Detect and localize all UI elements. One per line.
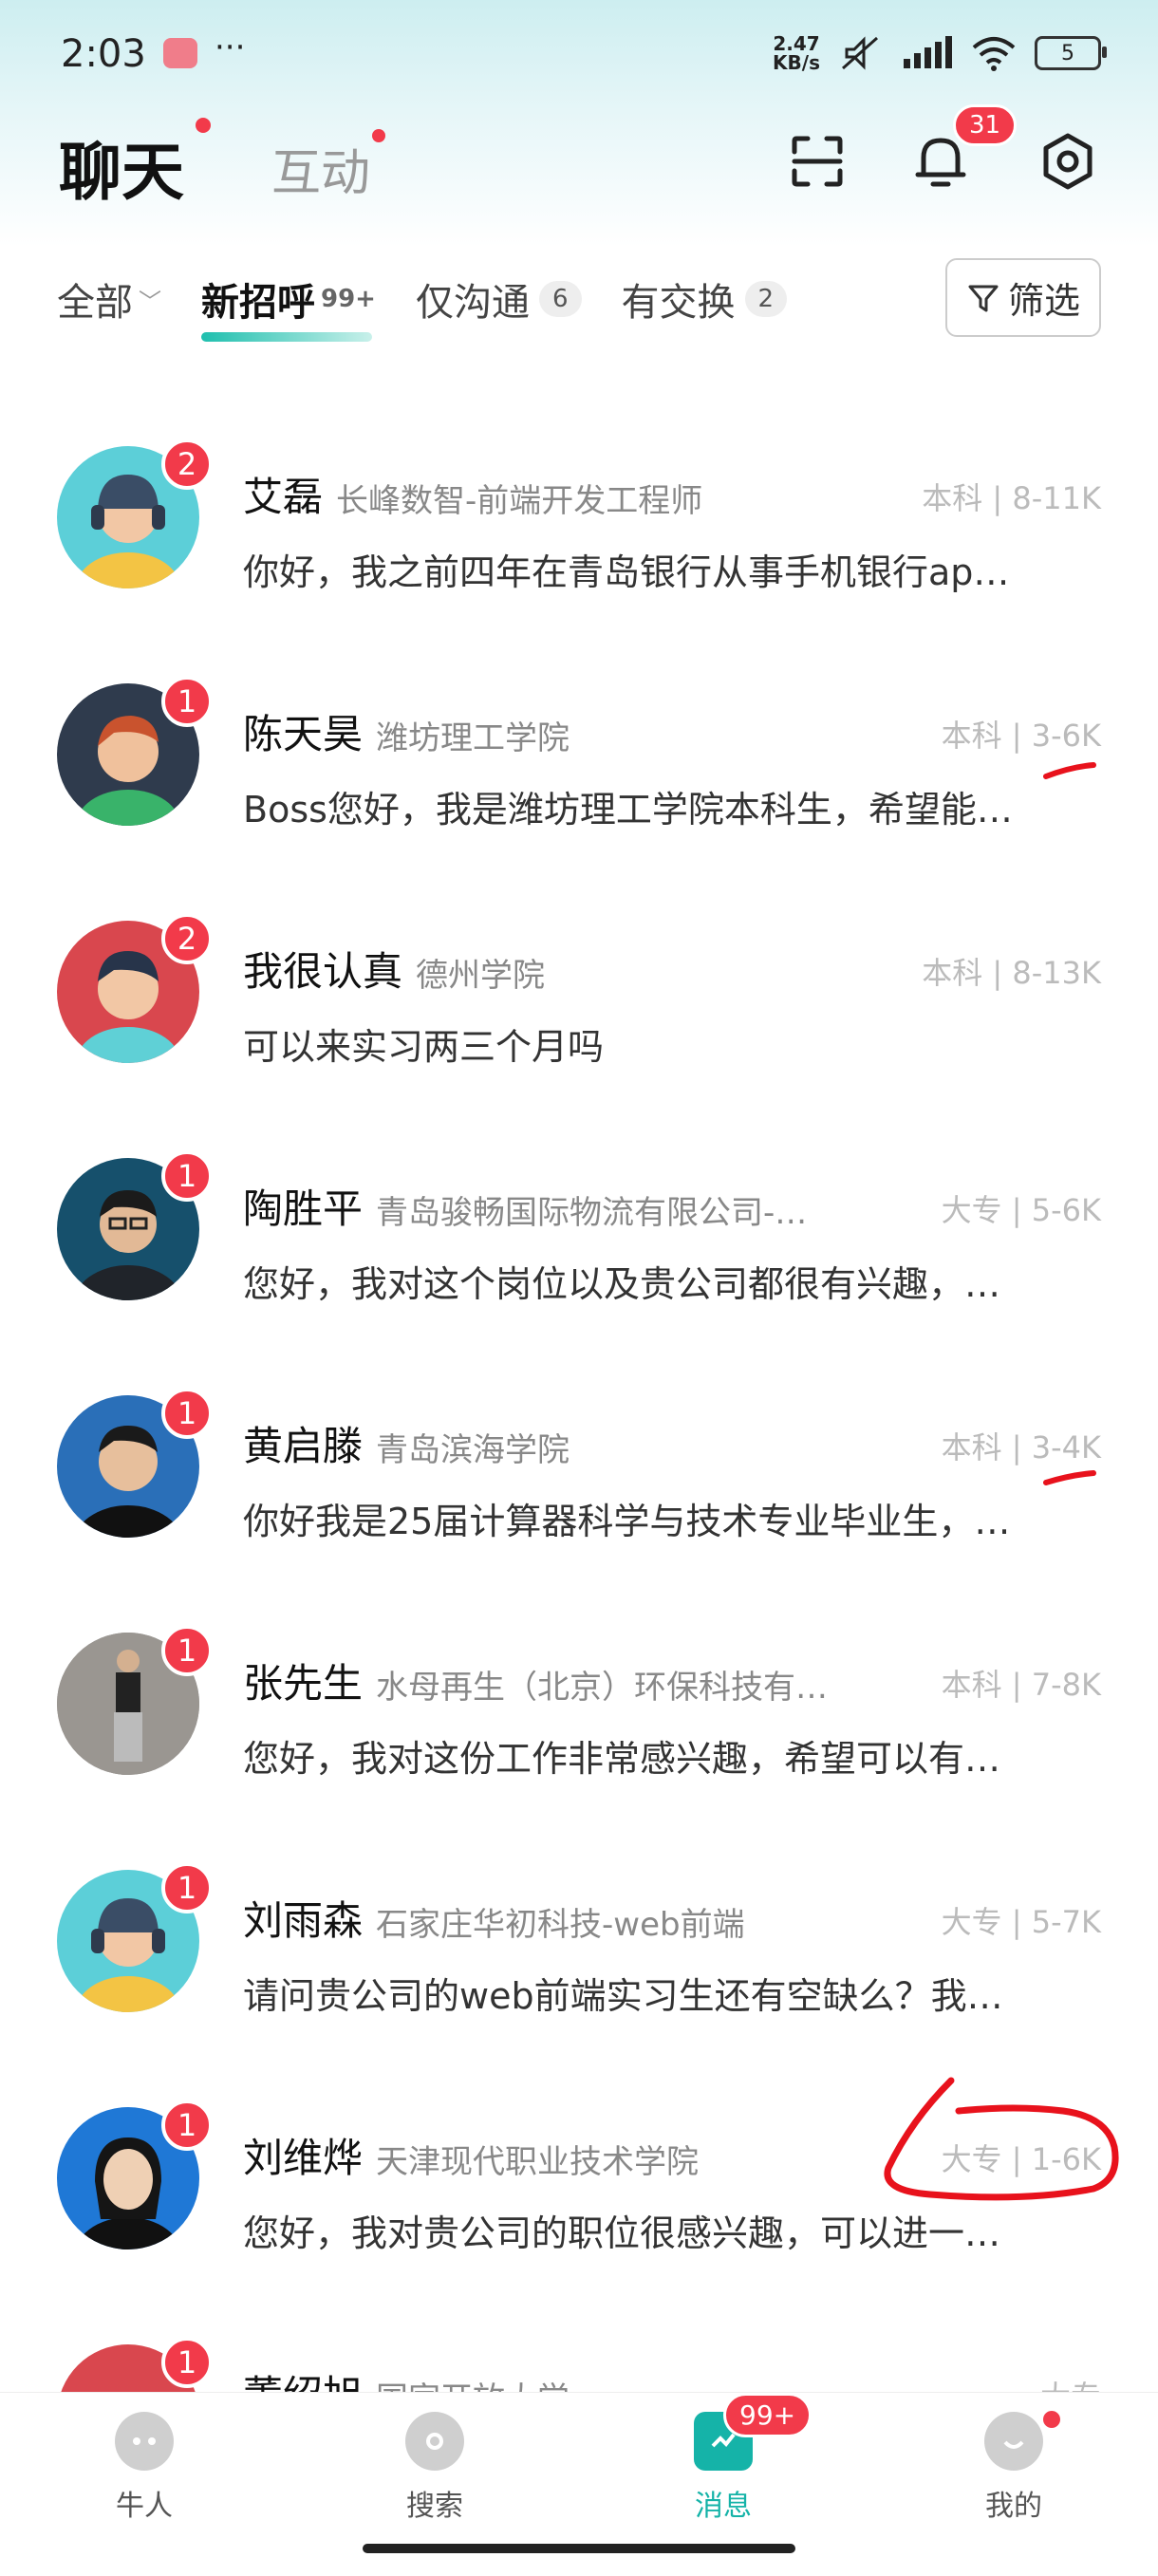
chat-org: 水母再生（北京）环保科技有… — [376, 1669, 828, 1707]
unread-badge: 1 — [161, 1388, 213, 1439]
chat-org: 青岛骏畅国际物流有限公司-… — [376, 1194, 808, 1232]
battery-icon: 5 — [1035, 36, 1107, 70]
chat-message: 请问贵公司的web前端实习生还有空缺么？我… — [243, 1975, 1003, 2017]
search-icon — [405, 2412, 464, 2471]
unread-badge: 1 — [161, 676, 213, 727]
unread-badge: 1 — [161, 1862, 213, 1913]
new-greet-count: 99+ — [321, 285, 376, 313]
chat-row[interactable]: 1 陶胜平 青岛骏畅国际物流有限公司-… 大专 | 5-6K 您好，我对这个岗位… — [0, 1111, 1158, 1348]
title-unread-dot — [196, 118, 211, 133]
filter-button[interactable]: 筛选 — [944, 258, 1101, 337]
interact-unread-dot — [372, 129, 385, 142]
chat-tag: 本科 | 7-8K — [941, 1667, 1101, 1703]
chat-tag: 本科 | 8-11K — [922, 480, 1101, 516]
mine-unread-dot — [1040, 2408, 1063, 2431]
chat-name: 陈天昊 — [243, 711, 364, 757]
chat-row[interactable]: 1 刘雨森 石家庄华初科技-web前端 大专 | 5-7K 请问贵公司的web前… — [0, 1822, 1158, 2060]
chat-tag: 本科 | 3-4K — [941, 1429, 1101, 1465]
chat-row[interactable]: 1 黄启滕 青岛滨海学院 本科 | 3-4K 你好我是25届计算器科学与技术专业… — [0, 1348, 1158, 1585]
active-tab-underline — [201, 332, 372, 342]
chat-message: 您好，我对这个岗位以及贵公司都很有兴趣，… — [243, 1263, 1001, 1305]
scan-icon — [792, 136, 843, 187]
filter-row: 全部 ﹀ 新招呼 99+ 仅沟通 6 有交换 2 筛选 — [57, 258, 1101, 342]
red-annotation-mark — [1043, 1470, 1096, 1485]
chat-row[interactable]: 1 陈天昊 潍坊理工学院 本科 | 3-6K Boss您好，我是潍坊理工学院本科… — [0, 636, 1158, 873]
profile-icon — [984, 2412, 1043, 2471]
unread-badge: 1 — [161, 2100, 213, 2151]
unread-badge: 1 — [161, 2337, 213, 2388]
chat-name: 我很认真 — [243, 948, 403, 995]
chat-tag: 大专 | 5-7K — [941, 1904, 1101, 1940]
chat-message: 可以来实习两三个月吗 — [243, 1026, 605, 1068]
signal-icon — [904, 36, 952, 68]
chat-message: 您好，我对这份工作非常感兴趣，希望可以有… — [243, 1738, 1001, 1780]
unread-badge: 2 — [161, 913, 213, 964]
chat-message: 你好，我之前四年在青岛银行从事手机银行ap… — [243, 551, 1010, 593]
unread-badge: 2 — [161, 439, 213, 490]
notification-badge: 31 — [953, 104, 1018, 146]
chat-org: 青岛滨海学院 — [376, 1431, 570, 1469]
chat-org: 德州学院 — [416, 957, 545, 995]
chat-org: 石家庄华初科技-web前端 — [376, 1906, 745, 1944]
unread-badge: 1 — [161, 1150, 213, 1202]
chat-name: 艾磊 — [243, 474, 324, 520]
only-chat-count: 6 — [538, 281, 582, 317]
funnel-icon — [968, 285, 999, 311]
chat-message: Boss您好，我是潍坊理工学院本科生，希望能… — [243, 789, 1013, 831]
red-annotation-circle — [884, 2077, 1119, 2201]
settings-icon — [1043, 133, 1093, 190]
people-icon — [115, 2412, 174, 2471]
wifi-icon — [972, 37, 1016, 71]
status-icons: 2.47 KB/s 5 — [773, 32, 1107, 74]
chat-list: 2 艾磊 长峰数智-前端开发工程师 本科 | 8-11K 你好，我之前四年在青岛… — [0, 399, 1158, 2411]
unread-badge: 1 — [161, 1625, 213, 1676]
chat-name: 刘雨森 — [243, 1897, 364, 1944]
filter-exchanged[interactable]: 有交换 2 — [622, 271, 788, 327]
page-title: 聊天 — [59, 136, 184, 209]
red-annotation-mark — [1043, 762, 1096, 779]
filter-all[interactable]: 全部 ﹀ — [57, 271, 161, 327]
nav-search[interactable]: 搜索 — [368, 2412, 501, 2524]
status-more: ··· — [215, 28, 246, 66]
network-speed: 2.47 KB/s — [773, 32, 820, 74]
chat-row[interactable]: 1 刘维烨 天津现代职业技术学院 大专 | 1-6K 您好，我对贵公司的职位很感… — [0, 2060, 1158, 2297]
filter-only-chat[interactable]: 仅沟通 6 — [416, 271, 582, 327]
nav-people[interactable]: 牛人 — [78, 2412, 211, 2524]
chat-row[interactable]: 1 张先生 水母再生（北京）环保科技有… 本科 | 7-8K 您好，我对这份工作… — [0, 1585, 1158, 1822]
home-indicator — [363, 2544, 795, 2553]
tab-interact[interactable]: 互动 — [271, 133, 370, 204]
settings-button[interactable] — [1035, 128, 1101, 195]
chevron-down-icon: ﹀ — [139, 288, 161, 315]
chat-org: 天津现代职业技术学院 — [376, 2143, 699, 2181]
chat-row[interactable]: 2 艾磊 长峰数智-前端开发工程师 本科 | 8-11K 你好，我之前四年在青岛… — [0, 399, 1158, 636]
filter-new-greet[interactable]: 新招呼 99+ — [201, 271, 376, 342]
status-time: 2:03 — [61, 32, 146, 76]
chat-tag: 大专 | 5-6K — [941, 1192, 1101, 1228]
messages-badge: 99+ — [723, 2393, 812, 2437]
chat-tag: 本科 | 8-13K — [922, 955, 1101, 991]
chat-row[interactable]: 2 我很认真 德州学院 本科 | 8-13K 可以来实习两三个月吗 — [0, 873, 1158, 1111]
message-notification-icon — [163, 38, 197, 68]
chat-tag: 本科 | 3-6K — [941, 718, 1101, 754]
nav-mine[interactable]: 我的 — [947, 2412, 1080, 2524]
scan-button[interactable] — [784, 128, 850, 195]
mute-icon — [842, 36, 878, 70]
chat-name: 刘维烨 — [243, 2135, 364, 2181]
chat-org: 潍坊理工学院 — [376, 719, 570, 757]
exchanged-count: 2 — [744, 281, 788, 317]
chat-org: 长峰数智-前端开发工程师 — [336, 482, 703, 520]
chat-name: 陶胜平 — [243, 1185, 364, 1232]
chat-name: 张先生 — [243, 1660, 364, 1707]
chat-message: 你好我是25届计算器科学与技术专业毕业生，… — [243, 1501, 1011, 1542]
chat-name: 黄启滕 — [243, 1423, 364, 1469]
